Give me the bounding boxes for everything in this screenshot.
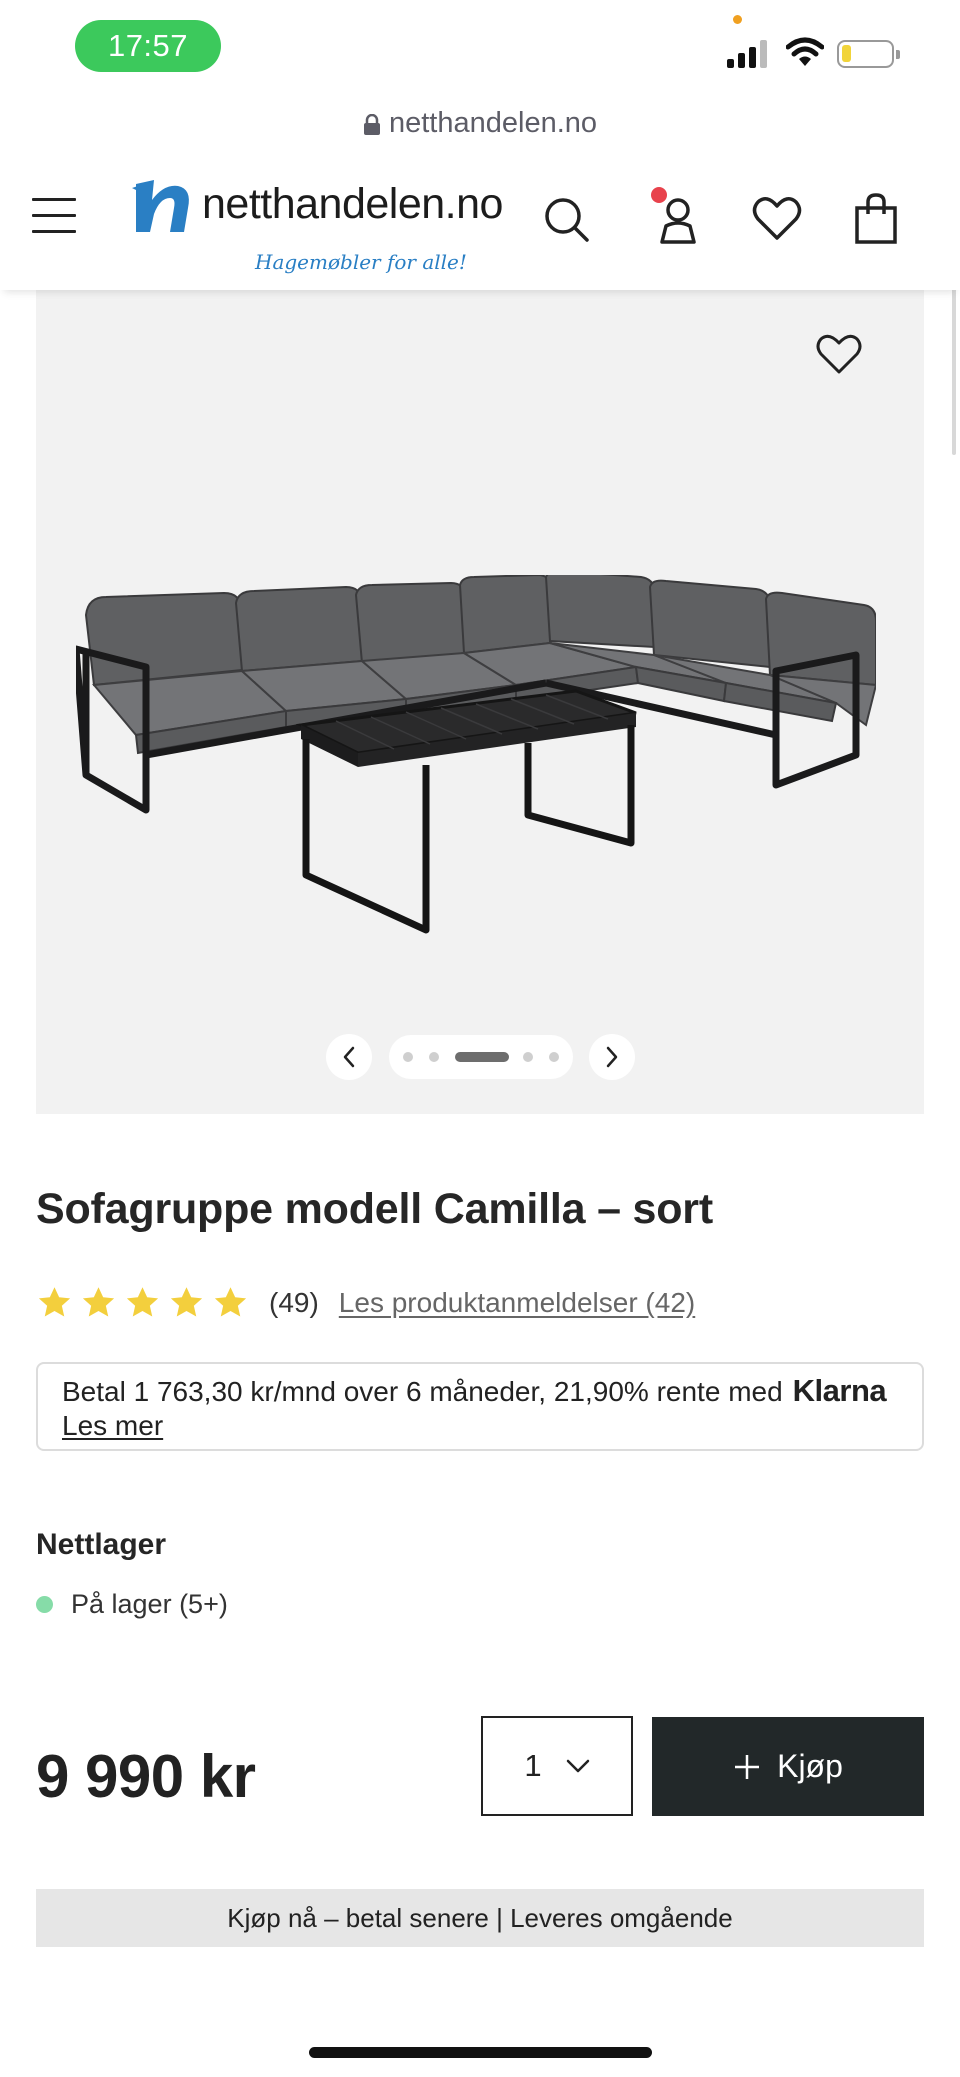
read-reviews-link[interactable]: Les produktanmeldelser (42) — [339, 1287, 695, 1319]
gallery-dot[interactable] — [523, 1052, 533, 1062]
star-icon — [126, 1287, 159, 1317]
wifi-icon — [786, 37, 824, 66]
gallery-dot[interactable] — [549, 1052, 559, 1062]
stock-heading: Nettlager — [36, 1528, 167, 1561]
address-bar[interactable]: netthandelen.no — [0, 100, 960, 146]
gallery-dot[interactable] — [403, 1052, 413, 1062]
cellular-signal-icon — [727, 38, 771, 68]
site-header: netthandelen.no Hagemøbler for alle! — [0, 150, 960, 290]
account-notification-dot — [651, 187, 667, 203]
home-indicator[interactable] — [309, 2047, 652, 2058]
url-text: netthandelen.no — [388, 106, 598, 139]
buy-button[interactable]: Kjøp — [652, 1717, 924, 1816]
status-bar: 17:57 — [0, 0, 960, 100]
search-icon[interactable] — [539, 190, 595, 246]
klarna-read-more-link[interactable]: Les mer — [62, 1410, 163, 1441]
buy-button-label: Kjøp — [777, 1748, 843, 1784]
battery-icon — [837, 40, 900, 68]
logo-mark-icon — [132, 180, 189, 232]
gallery-dot[interactable] — [429, 1052, 439, 1062]
gallery-dot-active[interactable] — [455, 1052, 509, 1062]
gallery-prev-button[interactable] — [326, 1034, 372, 1080]
wishlist-icon[interactable] — [749, 190, 805, 246]
quantity-value: 1 — [524, 1748, 542, 1783]
chevron-down-icon — [566, 1759, 589, 1773]
favorite-heart-icon[interactable] — [814, 330, 864, 376]
shopping-bag-icon[interactable] — [848, 190, 904, 246]
in-stock-dot-icon — [36, 1596, 53, 1613]
status-time: 17:57 — [75, 20, 221, 72]
product-image — [76, 575, 876, 934]
star-icon — [82, 1287, 115, 1317]
stock-status: På lager (5+) — [36, 1589, 228, 1620]
logo-tagline: Hagemøbler for alle! — [255, 250, 467, 274]
menu-icon[interactable] — [32, 198, 76, 234]
product-gallery[interactable] — [36, 290, 924, 1114]
site-logo[interactable]: netthandelen.no Hagemøbler for alle! — [130, 172, 510, 274]
rating-count: (49) — [269, 1287, 319, 1318]
product-price: 9 990 kr — [36, 1743, 256, 1810]
klarna-logo: Klarna — [792, 1373, 887, 1408]
privacy-indicator-dot — [733, 15, 742, 24]
promo-banner: Kjøp nå – betal senere | Leveres omgåend… — [36, 1889, 924, 1947]
chevron-right-icon — [606, 1046, 618, 1068]
rating-stars — [36, 1285, 249, 1321]
product-title: Sofagruppe modell Camilla – sort — [36, 1185, 713, 1233]
gallery-pagination[interactable] — [389, 1035, 573, 1079]
chevron-left-icon — [343, 1046, 355, 1068]
stock-status-text: På lager (5+) — [71, 1589, 228, 1619]
plus-icon — [735, 1754, 760, 1779]
klarna-text: Betal 1 763,30 kr/mnd over 6 måneder, 21… — [62, 1376, 783, 1407]
star-icon — [38, 1287, 71, 1317]
gallery-next-button[interactable] — [589, 1034, 635, 1080]
klarna-financing-box: Betal 1 763,30 kr/mnd over 6 måneder, 21… — [36, 1362, 924, 1451]
quantity-select[interactable]: 1 — [481, 1716, 633, 1816]
lock-icon — [363, 114, 380, 135]
logo-text: netthandelen.no — [202, 180, 503, 228]
product-rating: (49) Les produktanmeldelser (42) — [36, 1283, 695, 1323]
star-icon — [170, 1287, 203, 1317]
star-icon — [214, 1287, 247, 1317]
